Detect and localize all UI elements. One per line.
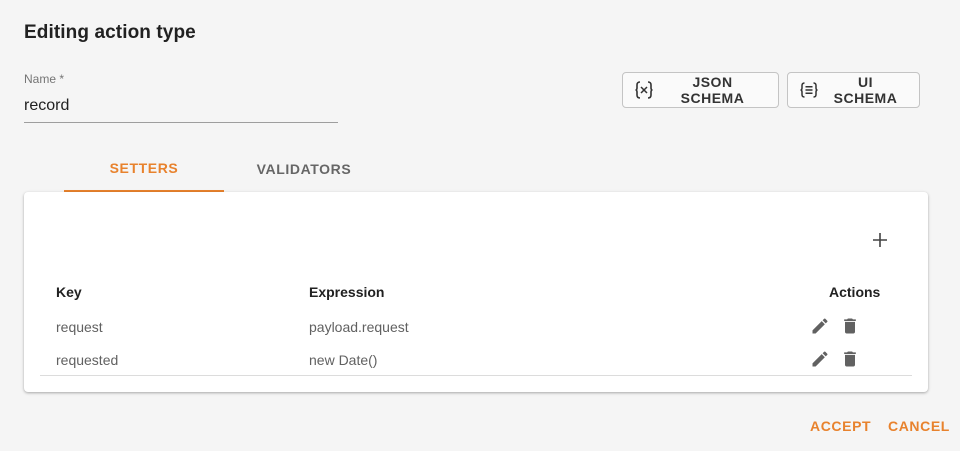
ui-schema-label: UI SCHEMA: [833, 74, 898, 106]
list-braces-icon: [800, 81, 818, 99]
setters-card: Key Expression Actions request payload.r…: [24, 192, 928, 392]
name-label: Name *: [24, 72, 65, 86]
delete-row-1-button[interactable]: [839, 315, 861, 337]
json-schema-button[interactable]: JSON SCHEMA: [622, 72, 779, 108]
trash-icon: [844, 351, 856, 367]
tab-validators[interactable]: VALIDATORS: [224, 146, 384, 192]
edit-row-1-button[interactable]: [809, 315, 831, 337]
delete-row-2-button[interactable]: [839, 348, 861, 370]
table-divider: [40, 375, 912, 376]
pencil-icon: [812, 318, 828, 334]
trash-icon: [844, 318, 856, 334]
pencil-icon: [812, 351, 828, 367]
cancel-button[interactable]: CANCEL: [888, 418, 950, 434]
row-2-key: requested: [56, 352, 119, 368]
accept-button[interactable]: ACCEPT: [810, 418, 871, 434]
braces-icon: [635, 80, 653, 100]
tab-setters[interactable]: SETTERS: [64, 146, 224, 192]
row-2-expression: new Date(): [309, 352, 378, 368]
column-header-key: Key: [56, 284, 82, 300]
dialog-title: Editing action type: [24, 22, 196, 43]
column-header-actions: Actions: [829, 284, 881, 300]
ui-schema-button[interactable]: UI SCHEMA: [787, 72, 920, 108]
json-schema-label: JSON SCHEMA: [680, 74, 745, 106]
name-field: Name *: [24, 72, 338, 123]
edit-row-2-button[interactable]: [809, 348, 831, 370]
plus-icon: [873, 233, 887, 247]
tab-bar: SETTERS VALIDATORS: [64, 146, 384, 192]
row-1-key: request: [56, 319, 103, 335]
row-1-expression: payload.request: [309, 319, 409, 335]
column-header-expression: Expression: [309, 284, 385, 300]
add-setter-button[interactable]: [867, 227, 893, 253]
name-input[interactable]: [24, 95, 338, 123]
